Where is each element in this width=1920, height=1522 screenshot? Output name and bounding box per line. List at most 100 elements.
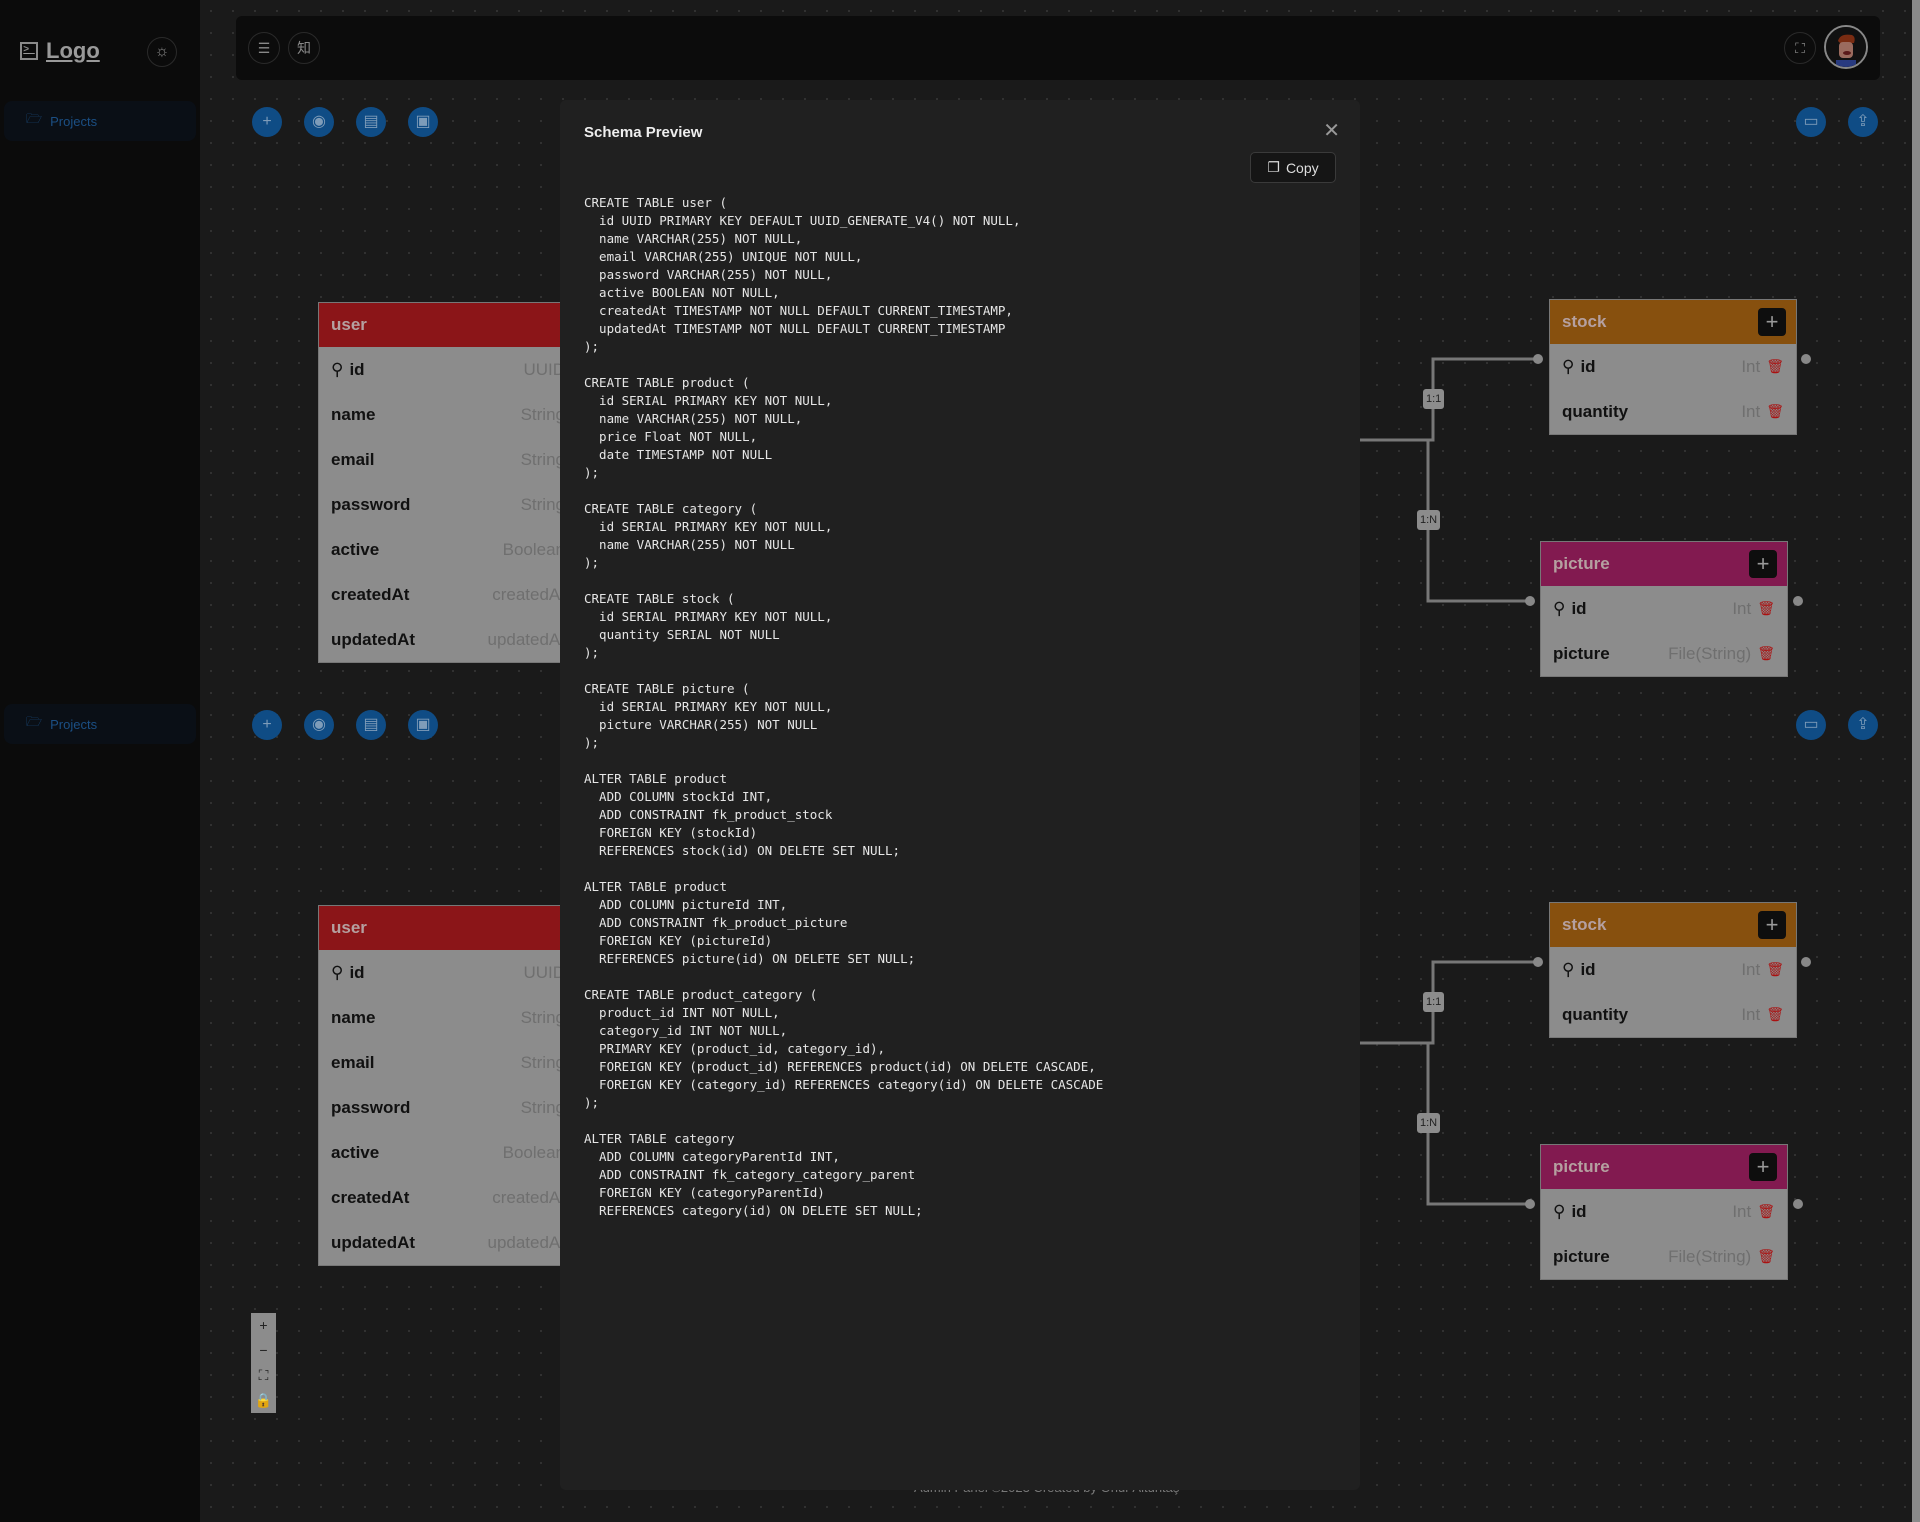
code-line: ADD COLUMN stockId INT, — [584, 789, 773, 804]
field-row[interactable]: active Boolean — [319, 1130, 577, 1175]
field-row[interactable]: createdAt createdAt — [319, 1175, 577, 1220]
field-name: active — [331, 539, 380, 559]
table-header-stock[interactable]: stock + — [1550, 903, 1796, 947]
code-line: ADD CONSTRAINT fk_product_picture — [584, 915, 848, 930]
field-type: String — [520, 494, 565, 514]
table-header-stock[interactable]: stock + — [1550, 300, 1796, 344]
field-row[interactable]: picture File(String) 🗑 — [1541, 631, 1787, 676]
copy-button[interactable]: ❐ Copy — [1250, 152, 1336, 183]
sidebar-item-label: Projects — [50, 716, 98, 732]
trash-icon[interactable]: 🗑 — [1757, 1248, 1775, 1265]
add-field-button[interactable]: + — [1758, 911, 1786, 939]
connector-dot — [1801, 957, 1811, 967]
trash-icon[interactable]: 🗑 — [1766, 403, 1784, 420]
field-name: active — [331, 1142, 380, 1162]
key-icon: ⚲ — [1562, 959, 1575, 979]
scrollbar[interactable] — [1912, 0, 1920, 1522]
key-icon: ⚲ — [1553, 598, 1566, 618]
trash-icon[interactable]: 🗑 — [1766, 358, 1784, 375]
field-row[interactable]: ⚲ id Int 🗑 — [1550, 344, 1796, 389]
code-line: CREATE TABLE stock ( — [584, 591, 735, 606]
zoom-in-button[interactable]: + — [251, 1313, 276, 1338]
code-line: date TIMESTAMP NOT NULL — [584, 447, 773, 462]
table-stock: stock + ⚲ id Int 🗑 quantity Int 🗑 — [1549, 902, 1797, 1038]
field-row[interactable]: email String — [319, 1040, 577, 1085]
language-button[interactable]: 知 — [288, 32, 320, 64]
field-row[interactable]: picture File(String) 🗑 — [1541, 1234, 1787, 1279]
sidebar-item-projects-duplicate[interactable]: 🗁 Projects — [4, 704, 196, 744]
code-line: name VARCHAR(255) NOT NULL, — [584, 411, 803, 426]
field-name: id — [1571, 1201, 1587, 1221]
field-type: String — [520, 1052, 565, 1072]
theme-toggle-sun-icon[interactable]: ☼ — [147, 37, 177, 67]
field-name: quantity — [1562, 401, 1629, 421]
trash-icon[interactable]: 🗑 — [1766, 961, 1784, 978]
field-row[interactable]: name String — [319, 995, 577, 1040]
add-field-button[interactable]: + — [1758, 308, 1786, 336]
add-field-button[interactable]: + — [1749, 550, 1777, 578]
relation-label-1-n[interactable]: 1:N — [1417, 510, 1441, 530]
key-icon: ⚲ — [1553, 1201, 1566, 1221]
code-line: price Float NOT NULL, — [584, 429, 758, 444]
field-type: updatedAt — [487, 1232, 565, 1252]
trash-icon[interactable]: 🗑 — [1757, 645, 1775, 662]
table-header-user[interactable]: user — [319, 906, 577, 950]
table-header-picture[interactable]: picture + — [1541, 542, 1787, 586]
relation-line-picture — [1426, 1043, 1530, 1206]
field-row[interactable]: ⚲ id UUID — [319, 347, 577, 392]
field-name: email — [331, 449, 375, 469]
table-header-user[interactable]: user — [319, 303, 577, 347]
code-line: CREATE TABLE picture ( — [584, 681, 750, 696]
trash-icon[interactable]: 🗑 — [1757, 1203, 1775, 1220]
field-name: id — [1580, 356, 1596, 376]
field-row[interactable]: ⚲ id UUID — [319, 950, 577, 995]
connector-dot — [1533, 354, 1543, 364]
field-row[interactable]: createdAt createdAt — [319, 572, 577, 617]
zoom-out-button[interactable]: − — [251, 1338, 276, 1363]
field-row[interactable]: password String — [319, 482, 577, 527]
field-name: createdAt — [331, 1187, 410, 1207]
code-line: ADD COLUMN categoryParentId INT, — [584, 1149, 840, 1164]
field-name: name — [331, 404, 376, 424]
table-name: user — [331, 315, 367, 334]
field-row[interactable]: ⚲ id Int 🗑 — [1541, 1189, 1787, 1234]
menu-indent-icon[interactable]: ☰ — [248, 32, 280, 64]
field-type: String — [520, 1007, 565, 1027]
field-row[interactable]: ⚲ id Int 🗑 — [1541, 586, 1787, 631]
key-icon: ⚲ — [331, 359, 344, 379]
trash-icon[interactable]: 🗑 — [1757, 600, 1775, 617]
add-field-button[interactable]: + — [1749, 1153, 1777, 1181]
field-row[interactable]: updatedAt updatedAt — [319, 617, 577, 662]
field-row[interactable]: password String — [319, 1085, 577, 1130]
field-type: Boolean — [502, 539, 565, 559]
table-name: picture — [1553, 554, 1610, 573]
field-type: createdAt — [492, 1187, 565, 1207]
fit-view-button[interactable]: ⛶ — [251, 1363, 276, 1388]
user-avatar[interactable] — [1824, 25, 1868, 69]
trash-icon[interactable]: 🗑 — [1766, 1006, 1784, 1023]
field-row[interactable]: updatedAt updatedAt — [319, 1220, 577, 1265]
field-row[interactable]: name String — [319, 392, 577, 437]
sidebar-item-projects[interactable]: 🗁 Projects — [4, 101, 196, 141]
relation-label-1-n[interactable]: 1:N — [1417, 1113, 1441, 1133]
field-row[interactable]: quantity Int 🗑 — [1550, 389, 1796, 434]
field-row[interactable]: email String — [319, 437, 577, 482]
table-name: stock — [1562, 312, 1607, 331]
code-line: FOREIGN KEY (pictureId) — [584, 933, 773, 948]
sidebar: >_ Logo ☼ 🗁 Projects 🗁 Projects — [0, 0, 200, 1522]
field-name: id — [1580, 959, 1596, 979]
field-row[interactable]: active Boolean — [319, 527, 577, 572]
logo[interactable]: >_ Logo — [20, 38, 100, 64]
field-row[interactable]: ⚲ id Int 🗑 — [1550, 947, 1796, 992]
close-icon[interactable]: ✕ — [1323, 118, 1340, 143]
relation-label-1-1[interactable]: 1:1 — [1423, 389, 1445, 409]
lock-button[interactable]: 🔒 — [251, 1388, 276, 1413]
code-line: active BOOLEAN NOT NULL, — [584, 285, 780, 300]
logo-text: Logo — [46, 38, 100, 63]
relation-label-1-1[interactable]: 1:1 — [1423, 992, 1445, 1012]
table-user: user ⚲ id UUID name String email String password… — [318, 905, 578, 1266]
fullscreen-icon[interactable]: ⛶ — [1784, 32, 1816, 64]
table-header-picture[interactable]: picture + — [1541, 1145, 1787, 1189]
field-row[interactable]: quantity Int 🗑 — [1550, 992, 1796, 1037]
copy-label: Copy — [1285, 159, 1319, 176]
